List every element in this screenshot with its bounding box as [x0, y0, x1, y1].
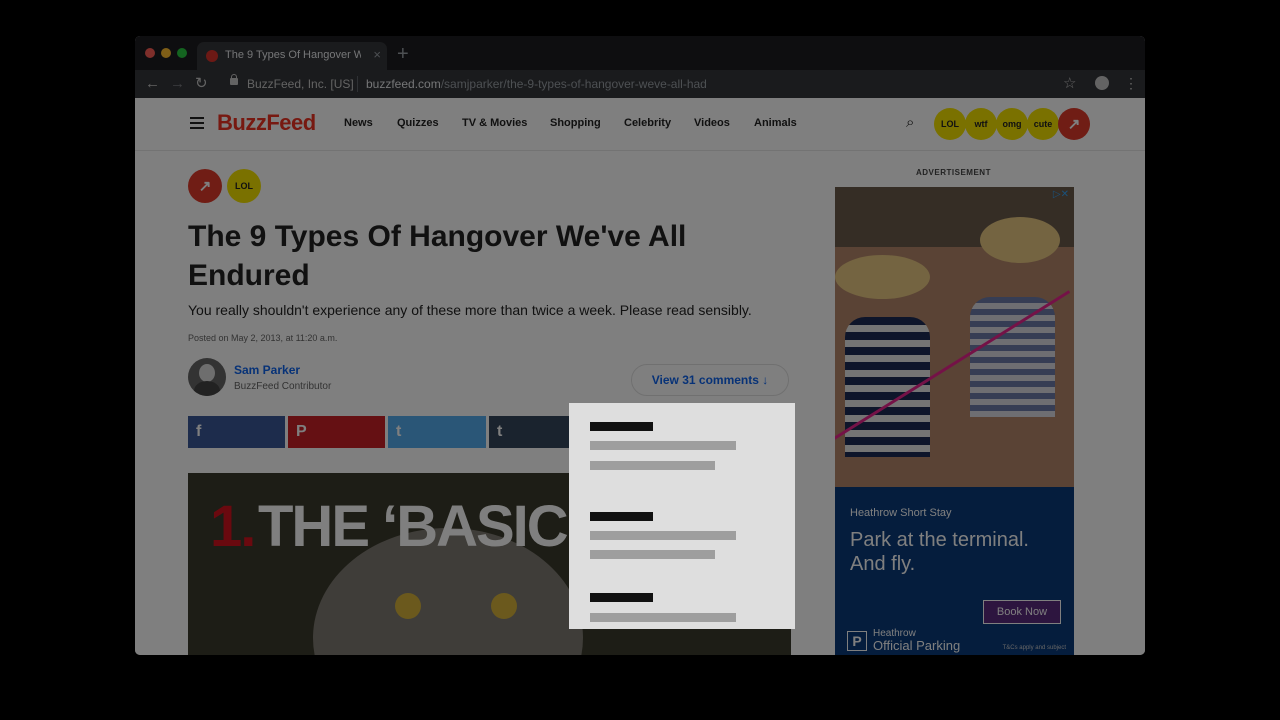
skeleton-line-3a: [590, 613, 736, 622]
skeleton-line-1b: [590, 461, 715, 470]
skeleton-line-2a: [590, 531, 736, 540]
loading-skeleton-panel: [569, 403, 795, 629]
skeleton-heading-1: [590, 422, 653, 431]
skeleton-heading-2: [590, 512, 653, 521]
skeleton-line-1a: [590, 441, 736, 450]
skeleton-line-2b: [590, 550, 715, 559]
skeleton-heading-3: [590, 593, 653, 602]
